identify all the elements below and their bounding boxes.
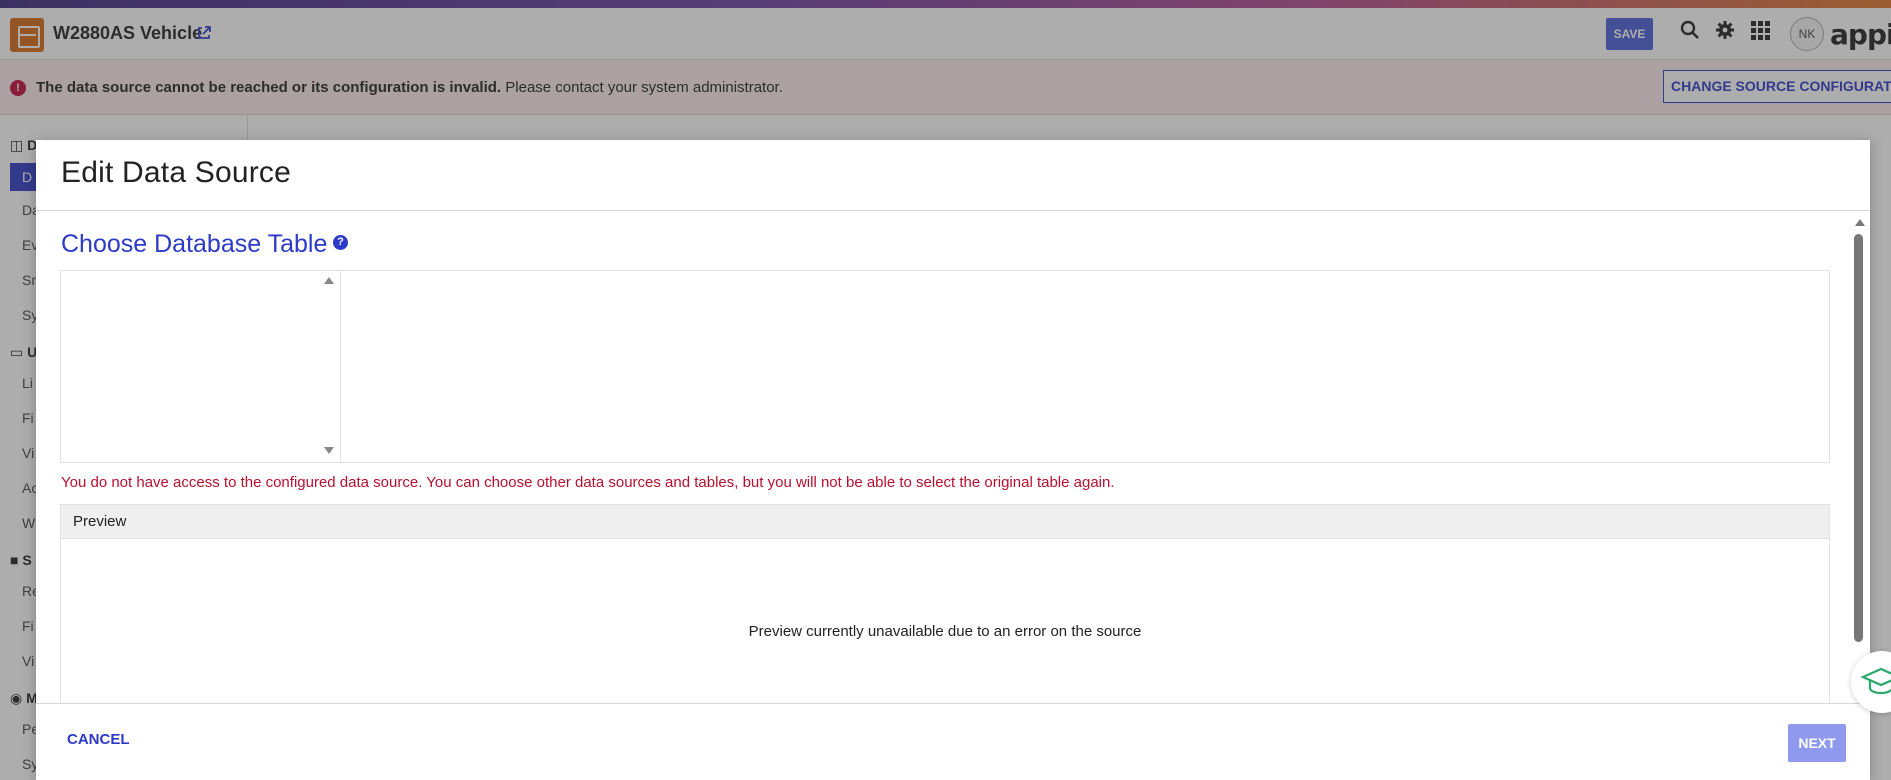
- dialog-footer: CANCEL NEXT: [36, 703, 1870, 780]
- preview-unavailable-message: Preview currently unavailable due to an …: [748, 623, 1142, 640]
- dialog-title: Edit Data Source: [61, 156, 291, 189]
- scrollbar-thumb[interactable]: [1854, 234, 1863, 642]
- preview-panel: Preview Preview currently unavailable du…: [60, 504, 1830, 703]
- access-error-message: You do not have access to the configured…: [61, 474, 1115, 491]
- cancel-button[interactable]: CANCEL: [67, 731, 130, 748]
- dialog-scrollbar[interactable]: [1852, 216, 1866, 702]
- section-title: Choose Database Table: [61, 230, 328, 258]
- edit-data-source-dialog: Edit Data Source Choose Database Table ?…: [36, 140, 1870, 780]
- help-icon[interactable]: ?: [333, 235, 348, 250]
- database-table-picker: [60, 270, 1830, 463]
- preview-header: Preview: [61, 505, 1829, 539]
- graduation-cap-icon: [1860, 667, 1891, 702]
- dialog-body: Choose Database Table ? You do not have …: [36, 211, 1870, 703]
- scroll-up-arrow-icon[interactable]: [324, 277, 334, 284]
- data-source-list[interactable]: [61, 271, 341, 462]
- next-button[interactable]: NEXT: [1788, 724, 1846, 762]
- scroll-up-arrow-icon[interactable]: [1855, 219, 1865, 226]
- scroll-down-arrow-icon[interactable]: [324, 447, 334, 454]
